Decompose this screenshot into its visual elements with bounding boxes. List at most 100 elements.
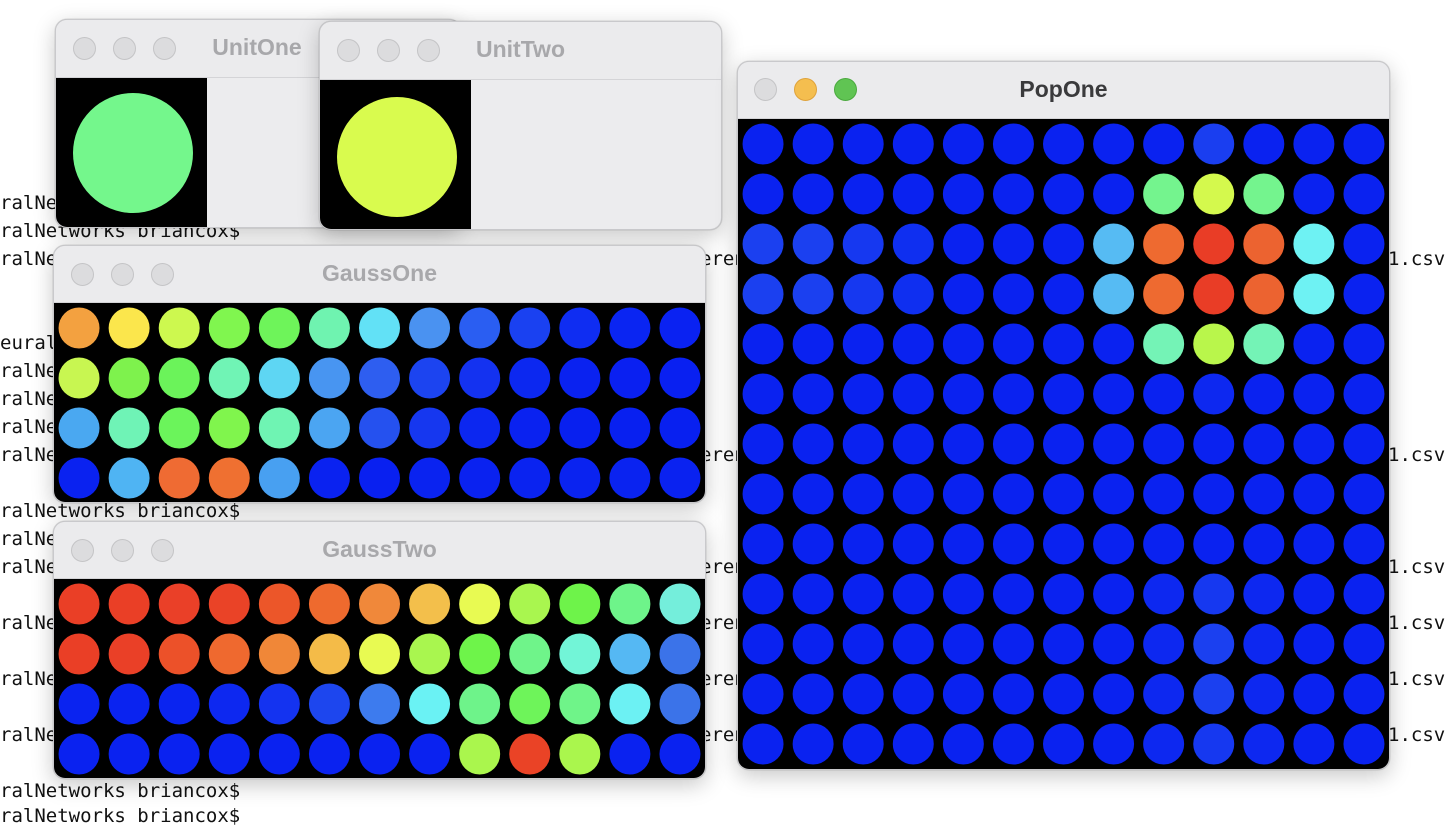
pop-one-window[interactable]: PopOne: [737, 61, 1390, 770]
neuron-cell: [308, 683, 350, 725]
neuron-cell: [659, 633, 701, 675]
neuron-cell: [609, 583, 651, 625]
neuron-cell: [1093, 323, 1135, 365]
neuron-cell: [992, 573, 1034, 615]
neuron-cell: [1243, 723, 1285, 765]
minimize-button[interactable]: [113, 37, 136, 60]
neuron-cell: [1143, 173, 1185, 215]
neuron-cell: [1293, 373, 1335, 415]
terminal-line: 1.csv: [1388, 612, 1446, 634]
neuron-cell: [1343, 723, 1385, 765]
neuron-cell: [659, 307, 701, 349]
neuron-cell: [659, 407, 701, 449]
neuron-cell: [1243, 573, 1285, 615]
neuron-cell: [559, 683, 601, 725]
neuron-cell: [842, 173, 884, 215]
neuron-cell: [409, 307, 451, 349]
neuron-cell: [1093, 523, 1135, 565]
neuron-cell: [742, 223, 784, 265]
neuron-cell: [1293, 323, 1335, 365]
neuron-cell: [609, 633, 651, 675]
gauss-two-window[interactable]: GaussTwo: [53, 521, 706, 779]
neuron-cell: [792, 523, 834, 565]
neuron-cell: [509, 457, 551, 499]
neuron-cell: [1293, 273, 1335, 315]
neuron-cell: [1243, 273, 1285, 315]
neuron-cell: [792, 173, 834, 215]
pop-one-titlebar[interactable]: PopOne: [738, 62, 1389, 119]
gauss-one-titlebar[interactable]: GaussOne: [54, 246, 705, 303]
neuron-cell: [742, 323, 784, 365]
neuron-cell: [792, 223, 834, 265]
neuron-cell: [892, 123, 934, 165]
neuron-cell: [1343, 323, 1385, 365]
neuron-cell: [1143, 423, 1185, 465]
neuron-cell: [1243, 323, 1285, 365]
neuron-cell: [1293, 673, 1335, 715]
neuron-cell: [942, 623, 984, 665]
neuron-cell: [1343, 173, 1385, 215]
neuron-cell: [1243, 623, 1285, 665]
neuron-cell: [1243, 173, 1285, 215]
neuron-cell: [792, 123, 834, 165]
window-title: GaussTwo: [322, 536, 437, 562]
neuron-cell: [1093, 573, 1135, 615]
neuron-cell: [1193, 423, 1235, 465]
close-button[interactable]: [73, 37, 96, 60]
neuron-cell: [992, 723, 1034, 765]
neuron-cell: [58, 457, 100, 499]
unit-two-titlebar[interactable]: UnitTwo: [320, 22, 721, 80]
neuron-cell: [892, 573, 934, 615]
neuron-cell: [559, 407, 601, 449]
neuron-cell: [742, 573, 784, 615]
neuron-cell: [308, 733, 350, 775]
neuron-cell: [1143, 723, 1185, 765]
neuron-cell: [208, 407, 250, 449]
neuron-cell: [792, 423, 834, 465]
neuron-cell: [742, 373, 784, 415]
neuron-cell: [359, 583, 400, 625]
neuron-cell: [1243, 473, 1285, 515]
zoom-button[interactable]: [153, 37, 176, 60]
neuron-cell: [1043, 473, 1084, 515]
neuron-cell: [308, 407, 350, 449]
neuron-cell: [208, 357, 250, 399]
neuron-cell: [1243, 423, 1285, 465]
terminal-line: 1.csv: [1388, 556, 1446, 578]
neuron-cell: [1293, 623, 1335, 665]
neuron-cell: [509, 407, 551, 449]
neuron-cell: [842, 373, 884, 415]
neuron-cell: [792, 573, 834, 615]
neuron-cell: [609, 307, 651, 349]
unit-circle: [73, 93, 193, 213]
neuron-cell: [559, 307, 601, 349]
gauss-one-window[interactable]: GaussOne: [53, 245, 706, 503]
neuron-cell: [1193, 523, 1235, 565]
window-title: UnitOne: [212, 34, 302, 60]
neuron-cell: [842, 223, 884, 265]
terminal-line: 1.csv: [1388, 444, 1446, 466]
neuron-cell: [1093, 623, 1135, 665]
gauss-two-titlebar[interactable]: GaussTwo: [54, 522, 705, 579]
neuron-cell: [359, 633, 400, 675]
window-title: PopOne: [1019, 76, 1108, 102]
neuron-cell: [742, 673, 784, 715]
neuron-cell: [659, 457, 701, 499]
neuron-cell: [359, 457, 400, 499]
neuron-cell: [409, 583, 451, 625]
neuron-cell: [659, 733, 701, 775]
neuron-cell: [992, 173, 1034, 215]
neuron-cell: [792, 323, 834, 365]
neuron-cell: [742, 273, 784, 315]
neuron-cell: [359, 307, 400, 349]
neuron-cell: [992, 473, 1034, 515]
terminal-line: ralNetworks briancox$: [0, 805, 241, 827]
neuron-cell: [308, 307, 350, 349]
neuron-cell: [942, 523, 984, 565]
neuron-cell: [792, 623, 834, 665]
neuron-cell: [792, 723, 834, 765]
unit-two-window[interactable]: UnitTwo: [319, 21, 722, 230]
neuron-cell: [742, 723, 784, 765]
gauss-one-grid: [54, 303, 705, 502]
neuron-cell: [792, 673, 834, 715]
